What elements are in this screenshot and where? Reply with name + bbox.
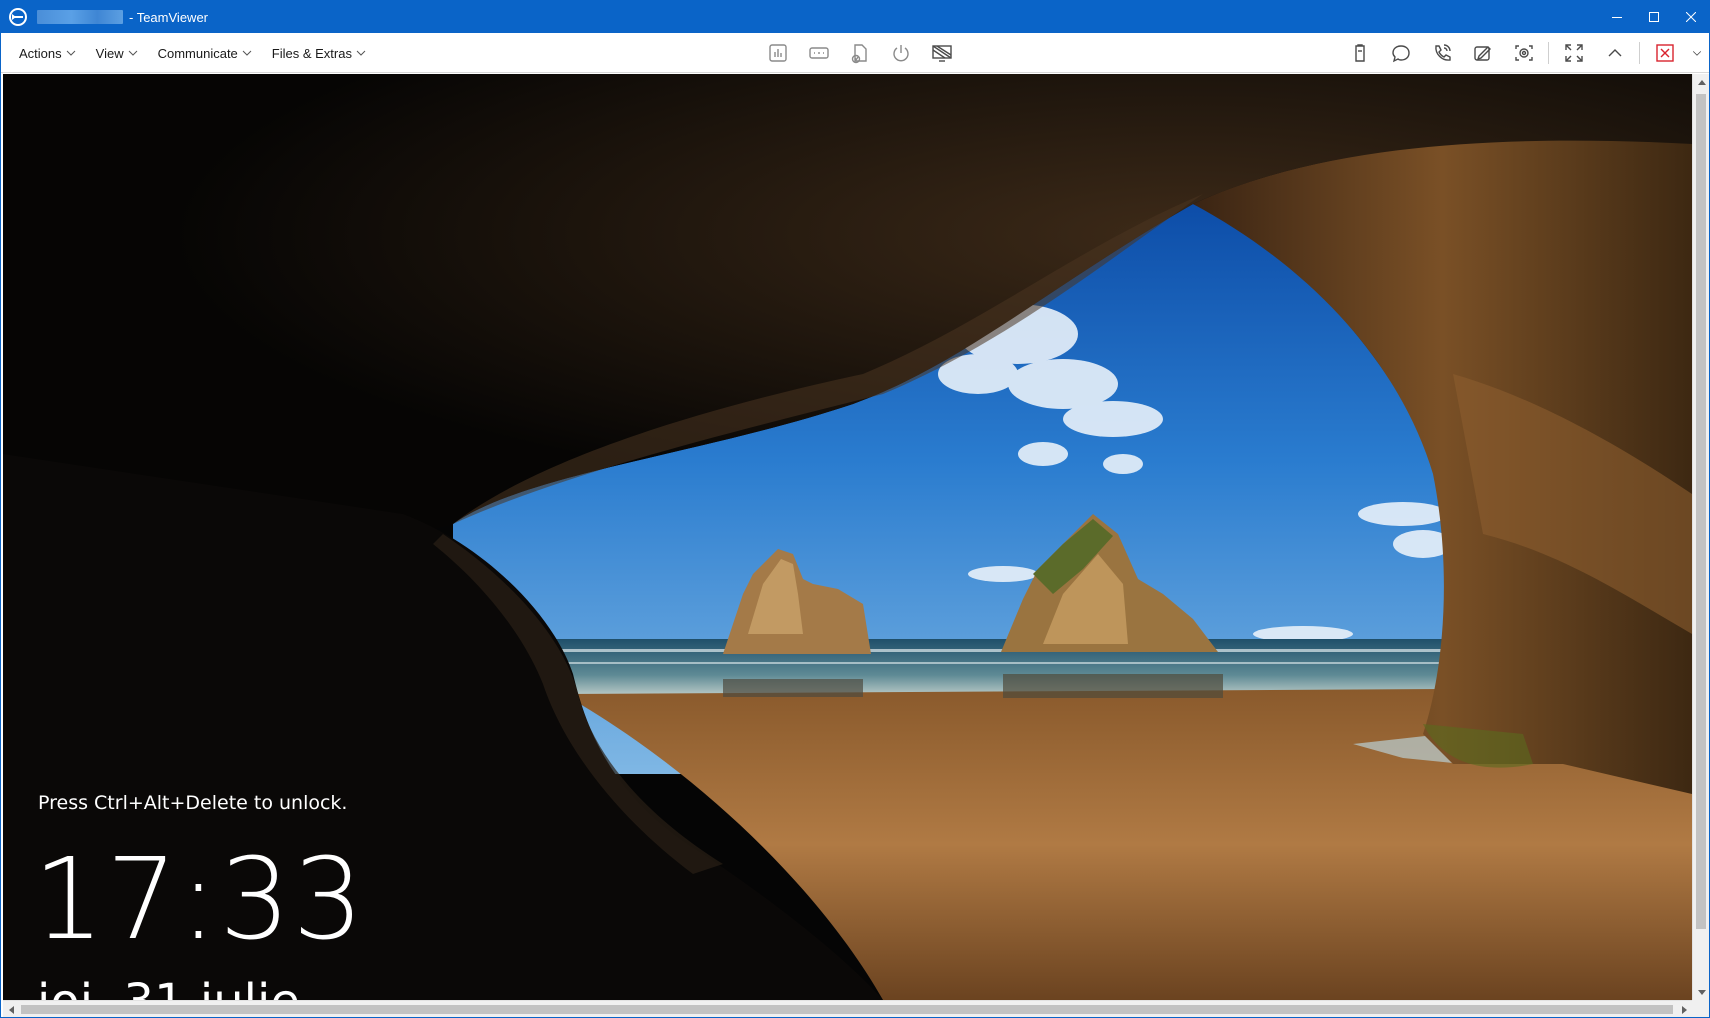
whiteboard-button[interactable] [1462,33,1503,73]
fullscreen-icon [1564,44,1583,62]
window-title: - TeamViewer [129,9,208,25]
arrow-up-icon [1697,79,1706,85]
teamviewer-window: - TeamViewer Actions View Communicate Fi… [0,0,1710,1018]
end-session-button[interactable] [1644,33,1685,73]
disable-display-icon [931,45,952,62]
chevron-down-icon [128,50,137,56]
remote-file-button[interactable] [839,33,880,73]
screenshot-icon [1514,45,1533,61]
menu-communicate[interactable]: Communicate [148,33,262,73]
horizontal-scrollbar[interactable] [3,1000,1692,1017]
collapse-toolbar-button[interactable] [1594,33,1635,73]
arrow-left-icon [8,1005,14,1014]
fullscreen-button[interactable] [1553,33,1594,73]
call-icon [1434,44,1451,61]
remote-screen[interactable]: Press Ctrl+Alt+Delete to unlock. 17:33 j… [3,74,1692,1000]
menu-actions[interactable]: Actions [9,33,86,73]
disable-display-button[interactable] [921,33,962,73]
toolbar-separator [1548,42,1549,64]
vertical-scroll-thumb[interactable] [1696,94,1706,929]
power-button[interactable] [880,33,921,73]
scroll-up-arrow[interactable] [1693,74,1710,91]
menu-view-label: View [95,45,124,61]
clipboard-button[interactable] [1339,33,1380,73]
menu-communicate-label: Communicate [157,45,238,61]
lock-screen-time: 17:33 [33,835,366,965]
scroll-down-arrow[interactable] [1693,983,1710,1000]
more-options-button[interactable] [1685,33,1709,73]
call-button[interactable] [1421,33,1462,73]
remote-keyboard-button[interactable] [798,33,839,73]
chat-button[interactable] [1380,33,1421,73]
arrow-down-icon [1697,989,1706,995]
scroll-right-arrow[interactable] [1675,1001,1692,1018]
chevron-down-icon [242,50,252,56]
maximize-button[interactable] [1635,1,1672,33]
end-session-icon [1655,44,1674,62]
menu-actions-label: Actions [19,45,62,61]
lock-message: Press Ctrl+Alt+Delete to unlock. [38,792,348,814]
arrow-right-icon [1681,1005,1687,1014]
toolbar-separator [1639,42,1640,64]
maximize-icon [1648,12,1659,22]
title-bar[interactable]: - TeamViewer [1,1,1709,33]
redacted-partner-id [37,10,123,24]
system-info-icon [768,44,787,62]
chevron-down-icon [1692,51,1702,56]
menu-files-extras[interactable]: Files & Extras [262,33,376,73]
session-toolbar: Actions View Communicate Files & Extras [1,33,1709,73]
whiteboard-icon [1473,46,1491,61]
remote-keyboard-icon [808,47,829,59]
minimize-button[interactable] [1598,1,1635,33]
lock-screen-date: joi, 31 iulie [37,978,300,1000]
screenshot-button[interactable] [1503,33,1544,73]
remote-file-icon [851,44,867,64]
power-icon [892,45,909,62]
system-info-button[interactable] [757,33,798,73]
window-controls [1598,1,1709,33]
chevron-down-icon [66,50,75,56]
vertical-scrollbar[interactable] [1692,74,1709,1000]
minimize-icon [1611,17,1622,18]
menu-bar: Actions View Communicate Files & Extras [9,33,376,73]
menu-files-extras-label: Files & Extras [271,45,352,61]
close-button[interactable] [1672,1,1709,33]
horizontal-scroll-thumb[interactable] [21,1005,1673,1014]
right-tool-group [1339,33,1709,73]
menu-view[interactable]: View [86,33,148,73]
center-tool-group [757,33,962,73]
close-icon [1685,12,1696,22]
chevron-up-icon [1608,49,1621,57]
chevron-down-icon [356,50,366,56]
scroll-left-arrow[interactable] [3,1001,20,1018]
teamviewer-logo-icon [9,8,27,26]
clipboard-icon [1354,44,1365,62]
chat-icon [1391,45,1410,63]
scrollbar-corner [1692,1000,1709,1017]
